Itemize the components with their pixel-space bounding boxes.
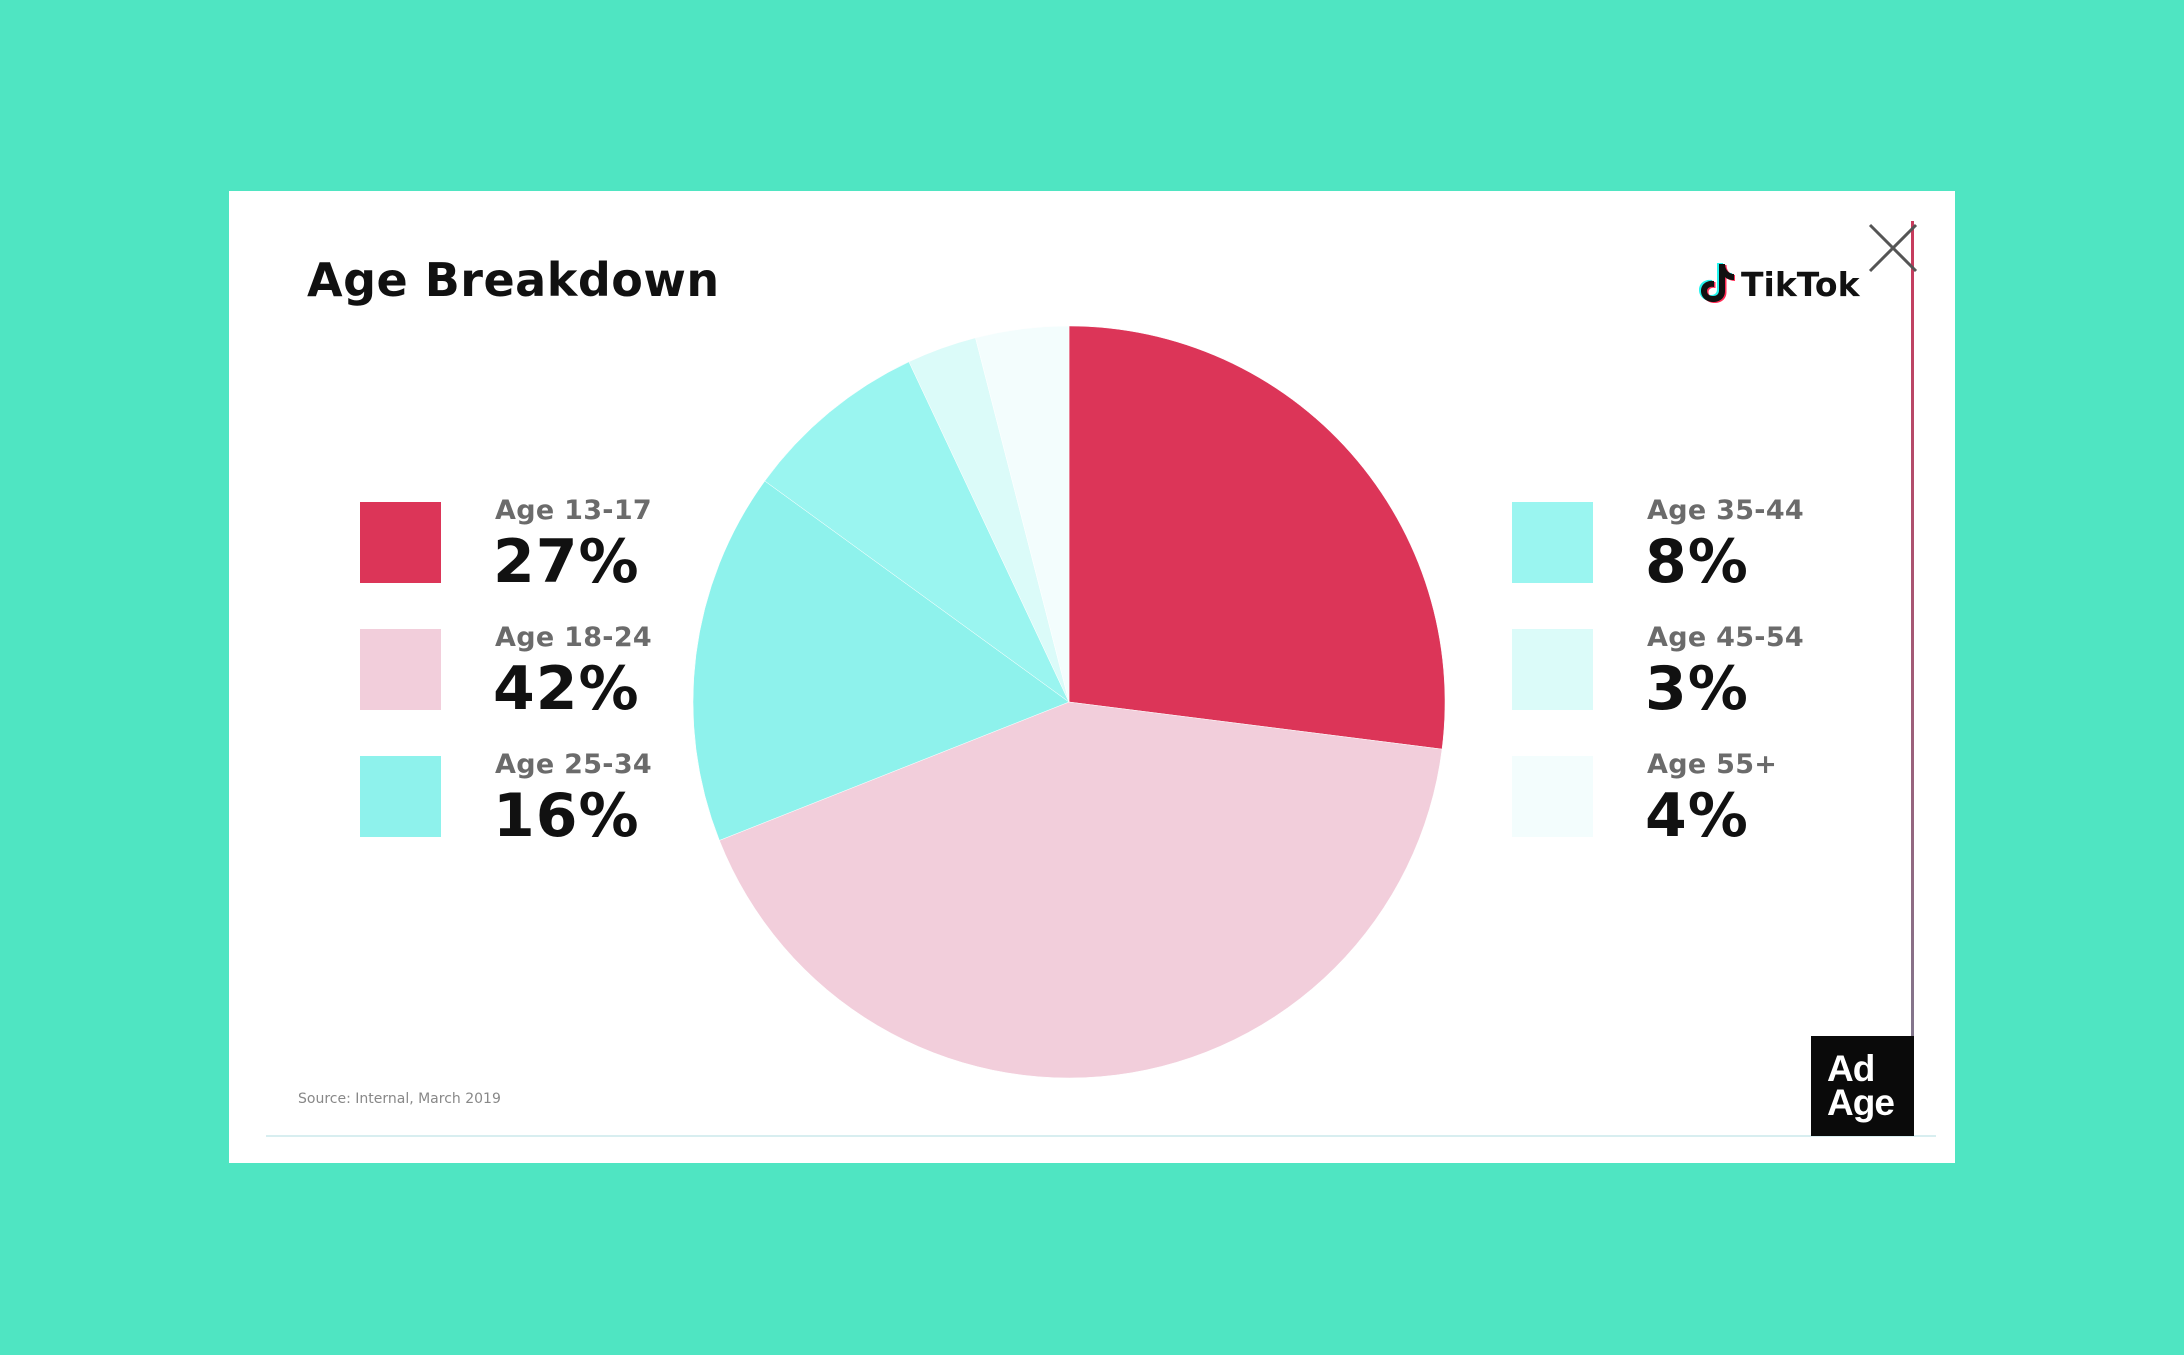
legend-swatch xyxy=(1512,756,1593,837)
legend-value: 4% xyxy=(1645,781,1749,851)
legend-value: 42% xyxy=(493,654,640,724)
ad-age-logo: Ad Age xyxy=(1811,1036,1914,1136)
legend-label: Age 13-17 xyxy=(495,495,652,526)
legend-swatch xyxy=(1512,629,1593,710)
legend-item-age-45-54: Age 45-54 3% xyxy=(1512,622,1872,732)
legend-label: Age 25-34 xyxy=(495,749,652,780)
ad-age-logo-line1: Ad xyxy=(1827,1048,1875,1089)
legend-label: Age 55+ xyxy=(1647,749,1778,780)
legend-item-age-18-24: Age 18-24 42% xyxy=(360,622,720,732)
legend-swatch xyxy=(360,502,441,583)
legend-value: 3% xyxy=(1645,654,1749,724)
legend-label: Age 45-54 xyxy=(1647,622,1804,653)
legend-label: Age 18-24 xyxy=(495,622,652,653)
legend-item-age-35-44: Age 35-44 8% xyxy=(1512,495,1872,605)
legend-value: 16% xyxy=(493,781,640,851)
legend-swatch xyxy=(360,629,441,710)
legend-swatch xyxy=(1512,502,1593,583)
chart-card: Age Breakdown TikTok Age 13-17 27% Age 1… xyxy=(229,191,1955,1163)
pie-slice-age-13-17 xyxy=(1068,325,1446,750)
legend-value: 8% xyxy=(1645,527,1749,597)
legend-label: Age 35-44 xyxy=(1647,495,1804,526)
legend-item-age-13-17: Age 13-17 27% xyxy=(360,495,720,605)
legend-item-age-25-34: Age 25-34 16% xyxy=(360,749,720,859)
legend-swatch xyxy=(360,756,441,837)
ad-age-logo-line2: Age xyxy=(1827,1082,1895,1123)
source-note: Source: Internal, March 2019 xyxy=(298,1091,501,1107)
legend-item-age-55-plus: Age 55+ 4% xyxy=(1512,749,1872,859)
legend-value: 27% xyxy=(493,527,640,597)
